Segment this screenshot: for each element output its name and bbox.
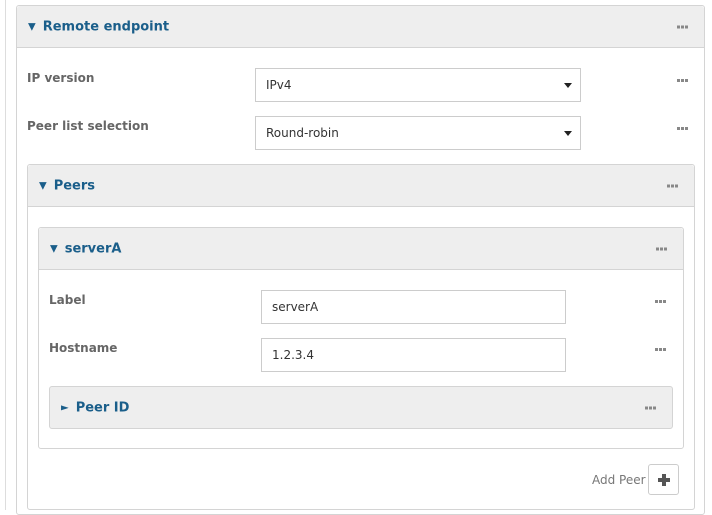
hostname-input-value: 1.2.3.4 — [272, 348, 314, 362]
ip-version-value: IPv4 — [266, 78, 292, 92]
caret-down-icon — [564, 131, 572, 136]
triangle-down-icon: ▼ — [28, 21, 36, 32]
more-icon[interactable] — [677, 25, 688, 28]
label-input[interactable]: serverA — [261, 290, 566, 324]
remote-endpoint-title: Remote endpoint — [42, 19, 170, 34]
peer-id-panel[interactable]: ► Peer ID — [49, 386, 673, 429]
hostname-field-label: Hostname — [49, 341, 118, 355]
left-divider — [5, 0, 6, 510]
more-icon[interactable] — [667, 184, 678, 187]
peers-panel: ▼ Peers ▼ serverA ► Peer ID — [27, 164, 695, 510]
triangle-down-icon: ▼ — [50, 243, 58, 254]
server-header[interactable]: ▼ serverA — [39, 228, 683, 270]
peer-list-selection-value: Round-robin — [266, 126, 339, 140]
label-field-label: Label — [49, 293, 86, 307]
hostname-input[interactable]: 1.2.3.4 — [261, 338, 566, 372]
more-icon[interactable] — [677, 127, 688, 130]
more-icon[interactable] — [656, 247, 667, 250]
label-input-value: serverA — [272, 300, 319, 314]
triangle-right-icon: ► — [61, 402, 69, 413]
more-icon[interactable] — [655, 348, 666, 351]
triangle-down-icon: ▼ — [39, 180, 47, 191]
ip-version-label: IP version — [27, 71, 95, 85]
more-icon[interactable] — [645, 406, 656, 409]
peer-list-selection-select[interactable]: Round-robin — [255, 116, 581, 150]
remote-endpoint-header[interactable]: ▼ Remote endpoint — [17, 6, 704, 48]
peer-id-title: Peer ID — [75, 400, 130, 415]
caret-down-icon — [564, 83, 572, 88]
server-title: serverA — [64, 241, 122, 256]
more-icon[interactable] — [655, 300, 666, 303]
peer-list-selection-label: Peer list selection — [27, 119, 149, 133]
more-icon[interactable] — [677, 79, 688, 82]
peers-title: Peers — [53, 178, 96, 193]
add-peer-label: Add Peer — [592, 473, 646, 487]
add-peer-button[interactable] — [648, 464, 679, 495]
peers-header[interactable]: ▼ Peers — [28, 165, 694, 207]
ip-version-select[interactable]: IPv4 — [255, 68, 581, 102]
